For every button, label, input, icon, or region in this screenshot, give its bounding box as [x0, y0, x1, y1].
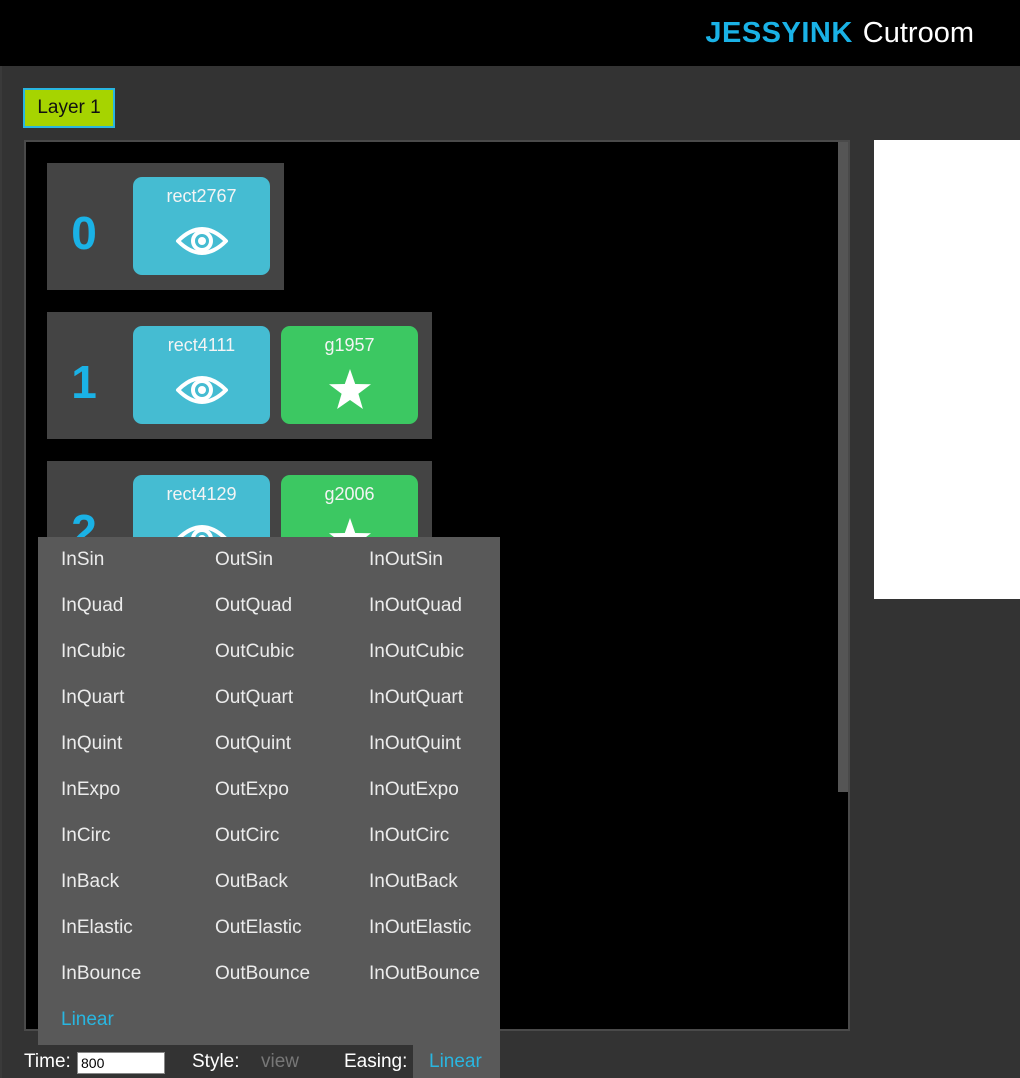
- bottom-controls: Time: Style: view Easing: Linear: [0, 1044, 1020, 1078]
- frame-row[interactable]: 0 rect2767: [47, 163, 284, 290]
- left-edge-divider: [0, 66, 2, 1078]
- easing-option[interactable]: InOutQuint: [369, 732, 461, 756]
- style-select[interactable]: view: [261, 1051, 299, 1073]
- frame-element[interactable]: g2006: [281, 475, 418, 537]
- brand-logo: JESSYINK Cutroom: [705, 14, 974, 52]
- easing-select-value: Linear: [429, 1051, 482, 1072]
- easing-option[interactable]: OutSin: [215, 548, 273, 572]
- time-input[interactable]: [77, 1052, 165, 1074]
- easing-option[interactable]: InQuint: [61, 732, 122, 756]
- frame-number: 0: [71, 207, 97, 259]
- top-bar: JESSYINK Cutroom: [0, 0, 1020, 66]
- easing-option[interactable]: InOutBack: [369, 870, 458, 894]
- frame-row[interactable]: 1 rect4111 g1957: [47, 312, 432, 439]
- easing-option[interactable]: InBack: [61, 870, 119, 894]
- easing-option[interactable]: InOutCirc: [369, 824, 449, 848]
- easing-option[interactable]: OutBack: [215, 870, 288, 894]
- eye-icon: [174, 368, 230, 412]
- easing-option[interactable]: OutElastic: [215, 916, 302, 940]
- preview-pane: [874, 140, 1020, 599]
- time-label: Time:: [24, 1051, 71, 1072]
- element-label: g2006: [324, 484, 375, 504]
- easing-dropdown-menu: InSin InQuad InCubic InQuart InQuint InExpo In…: [38, 537, 500, 1045]
- easing-option[interactable]: InOutExpo: [369, 778, 459, 802]
- star-icon: [322, 368, 378, 412]
- brand-primary: JESSYINK: [705, 17, 853, 49]
- easing-label: Easing:: [344, 1051, 408, 1072]
- easing-option[interactable]: InCubic: [61, 640, 125, 664]
- easing-option[interactable]: InQuad: [61, 594, 123, 618]
- eye-icon: [174, 517, 230, 537]
- easing-option[interactable]: InQuart: [61, 686, 124, 710]
- easing-option[interactable]: InOutBounce: [369, 962, 480, 986]
- easing-option[interactable]: OutExpo: [215, 778, 289, 802]
- easing-option[interactable]: InBounce: [61, 962, 141, 986]
- frame-row[interactable]: 2 rect4129 g2006: [47, 461, 432, 537]
- element-label: g1957: [324, 335, 375, 355]
- easing-option[interactable]: OutQuart: [215, 686, 293, 710]
- frame-element[interactable]: rect2767: [133, 177, 270, 275]
- easing-option[interactable]: OutCirc: [215, 824, 279, 848]
- easing-option[interactable]: InElastic: [61, 916, 133, 940]
- easing-option[interactable]: InOutElastic: [369, 916, 471, 940]
- frame-element[interactable]: g1957: [281, 326, 418, 424]
- frame-element[interactable]: rect4111: [133, 326, 270, 424]
- easing-option[interactable]: InOutCubic: [369, 640, 464, 664]
- frame-number: 1: [71, 356, 97, 408]
- brand-secondary: Cutroom: [862, 17, 974, 49]
- element-label: rect2767: [166, 186, 237, 206]
- frame-element[interactable]: rect4129: [133, 475, 270, 537]
- easing-option[interactable]: OutQuad: [215, 594, 292, 618]
- easing-option[interactable]: InOutQuart: [369, 686, 463, 710]
- easing-option[interactable]: InOutQuad: [369, 594, 462, 618]
- easing-option[interactable]: OutQuint: [215, 732, 291, 756]
- easing-option[interactable]: OutBounce: [215, 962, 310, 986]
- stage-scrollbar[interactable]: [838, 142, 848, 792]
- easing-option[interactable]: InExpo: [61, 778, 120, 802]
- star-icon: [322, 517, 378, 537]
- easing-option[interactable]: Linear: [61, 1008, 114, 1032]
- style-label: Style:: [192, 1051, 240, 1072]
- eye-icon: [174, 219, 230, 263]
- element-label: rect4129: [166, 484, 237, 504]
- easing-option[interactable]: InOutSin: [369, 548, 443, 572]
- easing-select[interactable]: Linear: [413, 1044, 500, 1078]
- easing-option[interactable]: InCirc: [61, 824, 111, 848]
- easing-option[interactable]: InSin: [61, 548, 104, 572]
- frame-number: 2: [71, 505, 97, 537]
- element-label: rect4111: [167, 335, 236, 355]
- easing-option[interactable]: OutCubic: [215, 640, 294, 664]
- layer-tab[interactable]: Layer 1: [23, 88, 115, 128]
